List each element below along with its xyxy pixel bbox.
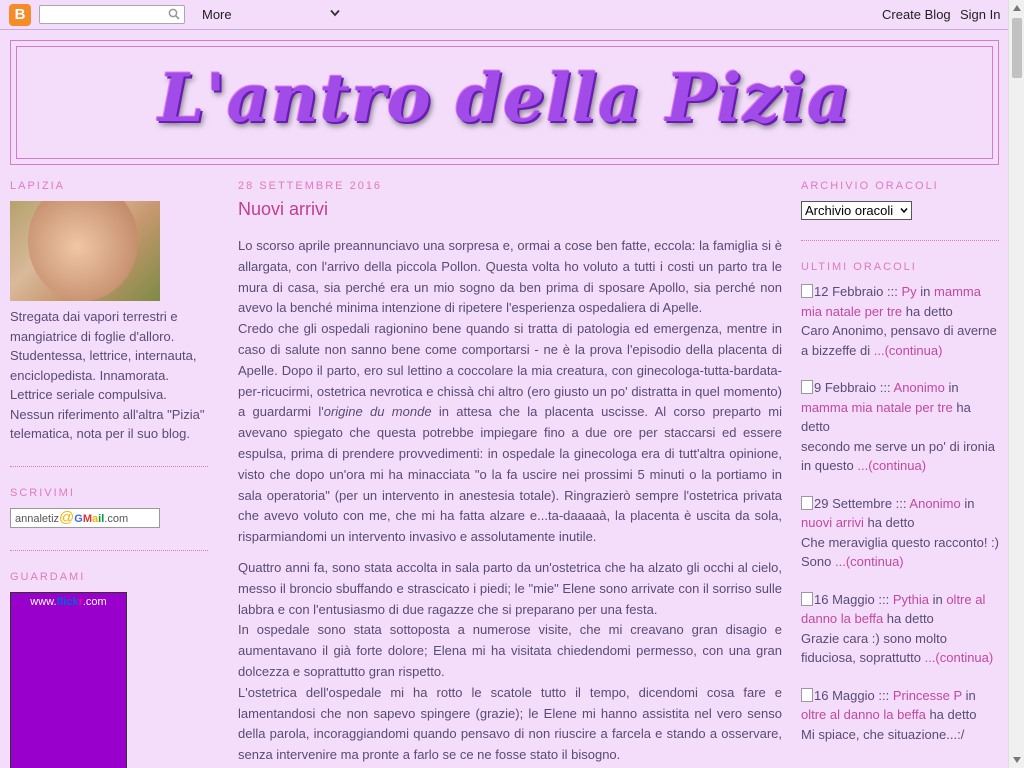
post-paragraph: In ospedale sono stata sottoposta a nume… <box>238 622 782 679</box>
post-text: in attesa che la placenta uscisse. Al co… <box>238 404 782 545</box>
comment-excerpt: Mi spiace, che situazione...:/ <box>801 726 965 742</box>
post-paragraph: L'ostetrica dell'ospedale mi ha rotto le… <box>238 684 782 763</box>
separator: ::: <box>878 591 890 607</box>
separator: ::: <box>879 380 891 395</box>
scroll-down-arrow-icon[interactable] <box>1012 756 1022 764</box>
comment-author-link[interactable]: Princesse P <box>893 688 962 703</box>
chevron-down-icon[interactable] <box>330 9 340 17</box>
create-blog-link[interactable]: Create Blog <box>882 7 951 22</box>
archive-selected-value: Archivio oracoli <box>805 203 894 218</box>
email-at: @ <box>59 508 75 526</box>
post-date: 28 SETTEMBRE 2016 <box>238 180 383 192</box>
broken-image-icon <box>801 284 813 298</box>
post-emphasis: origine du monde <box>323 404 432 420</box>
sidebar-divider <box>10 549 208 551</box>
post-paragraph: Quattro anni fa, sono stata accolta in s… <box>238 559 782 617</box>
list-item: 16 Maggio ::: Princesse P inoltre al dan… <box>801 686 999 745</box>
comment-date: 12 Febbraio <box>814 284 884 299</box>
comment-post-link[interactable]: oltre al danno la beffa <box>801 707 926 722</box>
comment-author-link[interactable]: Anonimo <box>909 496 960 511</box>
separator: ::: <box>895 495 907 511</box>
profile-face-image <box>28 201 138 301</box>
blog-header-inner: L'antro della Pizia <box>16 46 993 159</box>
chevron-down-icon <box>900 208 908 214</box>
separator: ::: <box>878 687 890 703</box>
search-input[interactable] <box>39 5 185 24</box>
scroll-up-arrow-icon[interactable] <box>1012 4 1022 12</box>
post-paragraph: Credo che gli ospedali ragionino bene qu… <box>238 319 782 548</box>
list-item: 9 Febbraio ::: Anonimo in mamma mia nata… <box>801 378 999 476</box>
in-word: in <box>920 284 931 299</box>
profile-photo[interactable] <box>10 201 160 301</box>
main-content: 28 SETTEMBRE 2016 Nuovi arrivi Lo scorso… <box>238 180 782 766</box>
email-widget-title: SCRIVIMI <box>10 486 75 499</box>
blogger-navbar: B More Create Blog Sign In <box>0 0 1008 30</box>
broken-image-icon <box>801 591 813 606</box>
broken-image-icon <box>801 687 813 702</box>
left-sidebar: LAPIZIA Stregata dai vapori terrestri e … <box>10 180 208 768</box>
search-icon[interactable] <box>168 8 180 20</box>
more-menu[interactable]: More <box>202 7 232 22</box>
comment-author-link[interactable]: Anonimo <box>894 380 945 395</box>
in-word: in <box>965 687 976 703</box>
gmail-m: M <box>82 512 93 525</box>
broken-image-icon <box>801 495 813 510</box>
comment-date: 16 Maggio <box>814 687 875 703</box>
continue-link[interactable]: ...(continua) <box>874 343 943 358</box>
archive-dropdown[interactable]: Archivio oracoli <box>801 201 912 220</box>
blog-header: L'antro della Pizia <box>10 40 999 165</box>
comment-date: 29 Settembre <box>814 495 893 511</box>
in-word: in <box>964 495 975 511</box>
comment-date: 9 Febbraio <box>814 380 877 395</box>
comment-author-link[interactable]: Py <box>901 284 916 299</box>
said-word: ha detto <box>929 707 977 722</box>
profile-widget-title: LAPIZIA <box>10 180 65 192</box>
flickr-com: .com <box>82 595 107 608</box>
said-word: ha detto <box>905 303 953 319</box>
sidebar-divider <box>10 465 208 467</box>
email-address-image[interactable]: annaletiz@GMail.com <box>10 507 160 528</box>
in-word: in <box>948 380 959 395</box>
continue-link[interactable]: ...(continua) <box>925 650 994 665</box>
email-suffix: .com <box>104 512 129 525</box>
list-item: 16 Maggio ::: Pythia in oltre al danno l… <box>801 590 999 668</box>
comment-author-link[interactable]: Pythia <box>893 592 929 607</box>
flickr-badge[interactable]: www.flickr.com <box>10 591 127 768</box>
blog-title-logo[interactable]: L'antro della Pizia <box>17 59 992 137</box>
list-item: 12 Febbraio ::: Py in mamma mia natale p… <box>801 282 999 360</box>
vertical-scrollbar[interactable] <box>1008 0 1024 768</box>
separator: ::: <box>887 284 898 299</box>
gmail-g: G <box>74 512 83 525</box>
post-body: Lo scorso aprile preannunciavo una sorpr… <box>238 236 782 766</box>
continue-link[interactable]: ...(continua) <box>857 458 926 473</box>
flickr-widget-title: GUARDAMI <box>10 570 86 583</box>
blogger-logo-icon[interactable]: B <box>9 4 31 26</box>
comment-post-link[interactable]: mamma mia natale per tre <box>801 400 953 415</box>
email-prefix: annaletiz <box>15 512 60 525</box>
comment-post-link[interactable]: nuovi arrivi <box>801 515 864 530</box>
flickr-logo-flick: flick <box>56 595 79 608</box>
sign-in-link[interactable]: Sign In <box>960 7 1000 22</box>
recent-comments-title: ULTIMI ORACOLI <box>801 261 917 273</box>
post-title[interactable]: Nuovi arrivi <box>238 199 782 220</box>
recent-comments-list: 12 Febbraio ::: Py in mamma mia natale p… <box>801 282 999 744</box>
scrollbar-thumb[interactable] <box>1012 18 1022 78</box>
said-word: ha detto <box>886 611 934 626</box>
said-word: ha detto <box>867 515 915 530</box>
continue-link[interactable]: ...(continua) <box>835 554 904 569</box>
post-paragraph: Lo scorso aprile preannunciavo una sorpr… <box>238 238 782 316</box>
sidebar-divider <box>801 240 999 241</box>
broken-image-icon <box>801 380 813 394</box>
list-item: 29 Settembre ::: Anonimo in nuovi arrivi … <box>801 494 999 572</box>
in-word: in <box>932 591 943 607</box>
archive-widget-title: ARCHIVIO ORACOLI <box>801 180 939 192</box>
flickr-www: www. <box>30 595 57 608</box>
right-sidebar: ARCHIVIO ORACOLI Archivio oracoli ULTIMI… <box>801 180 999 762</box>
profile-description: Stregata dai vapori terrestri e mangiatr… <box>10 309 205 441</box>
comment-date: 16 Maggio <box>814 591 875 607</box>
